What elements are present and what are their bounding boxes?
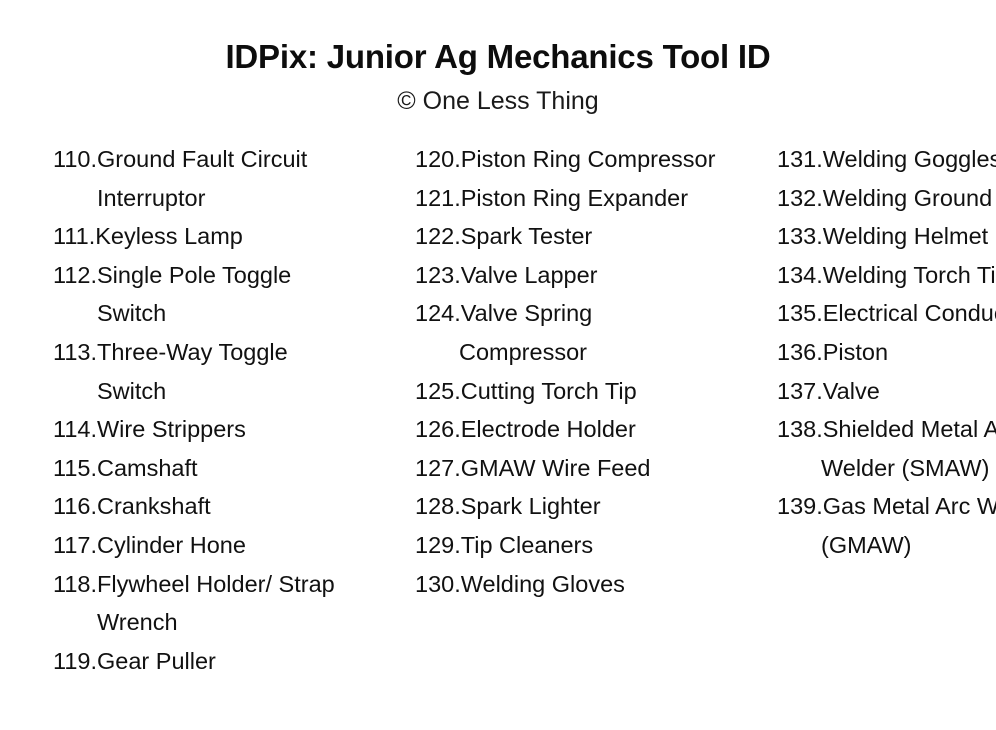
tool-list-column-3: 131.Welding Goggles132.Welding Ground Cl… [723,140,996,565]
tool-item-label: Welding Gloves [460,570,625,597]
page-title: IDPix: Junior Ag Mechanics Tool ID [225,38,771,75]
tool-item-number: 132. [777,184,823,211]
tool-item-label: Cutting Torch Tip [460,377,637,404]
tool-item-number: 126. [415,416,461,443]
tool-item-number: 124. [415,300,461,327]
tool-item-label: Camshaft [97,454,198,481]
tool-item-label: Gear Puller [97,647,216,674]
tool-item-label: Ground Fault Circuit Interruptor [97,146,308,211]
tool-item-number: 134. [777,261,823,288]
tool-item-label: Spark Tester [460,223,593,250]
tool-item-number: 113. [53,338,97,365]
tool-item-label: Valve Lapper [460,261,598,288]
tool-item-number: 122. [415,223,461,250]
tool-item-label: Welding Ground Clamp [822,184,996,211]
tool-item-number: 116. [53,493,97,520]
tool-list-item: 124.Valve Spring Compressor [415,294,723,371]
tool-list-item: 129.Tip Cleaners [415,526,723,565]
tool-item-label: Electrode Holder [460,416,636,443]
tool-list-item: 133.Welding Helmet [777,217,996,256]
tool-item-number: 110. [53,146,97,172]
tool-item-number: 130. [415,570,461,597]
tool-list-item: 117.Cylinder Hone [53,526,361,565]
tool-list-column-2: 120.Piston Ring Compressor 121.Piston Rin… [361,140,723,603]
tool-item-label: GMAW Wire Feed [460,454,651,481]
tool-list-item: 116.Crankshaft [53,487,361,526]
tool-item-label: Electrical Conductor [822,300,996,327]
tool-item-number: 135. [777,300,823,327]
tool-list-columns: 110.Ground Fault Circuit Interruptor 111.… [0,140,996,680]
tool-list-item: 126.Electrode Holder [415,410,723,449]
tool-list-item: 122.Spark Tester [415,217,723,256]
tool-item-number: 128. [415,493,461,520]
tool-list-item: 113.Three-Way Toggle Switch [53,333,361,410]
tool-item-number: 137. [777,377,823,404]
tool-item-label: Tip Cleaners [460,531,594,558]
tool-item-label: Wire Strippers [97,416,246,443]
tool-item-label: Welding Torch Tip [822,261,996,288]
tool-list-item: 130.Welding Gloves [415,565,723,604]
tool-item-number: 127. [415,454,461,481]
tool-list-item: 114.Wire Strippers [53,410,361,449]
tool-item-number: 136. [777,338,823,365]
tool-list-item: 118.Flywheel Holder/ Strap Wrench [53,565,361,642]
tool-id-worksheet: IDPix: Junior Ag Mechanics Tool ID © One… [0,0,996,730]
tool-item-number: 111. [53,223,96,250]
tool-list-item: 125.Cutting Torch Tip [415,372,723,411]
tool-list-item: 132.Welding Ground Clamp [777,179,996,218]
tool-item-number: 123. [415,261,461,288]
document-header: IDPix: Junior Ag Mechanics Tool ID © One… [0,0,996,116]
tool-list-item: 121.Piston Ring Expander [415,179,723,218]
tool-list-item: 110.Ground Fault Circuit Interruptor [53,140,361,217]
tool-list-item: 120.Piston Ring Compressor [415,140,723,179]
tool-item-label: Crankshaft [97,493,211,520]
tool-item-label: Cylinder Hone [97,531,246,558]
tool-item-label: Spark Lighter [460,493,601,520]
tool-item-number: 133. [777,223,823,250]
tool-item-number: 112. [53,261,97,288]
tool-list-item: 128.Spark Lighter [415,487,723,526]
tool-list-item: 135.Electrical Conductor [777,294,996,333]
tool-item-label: Valve Spring Compressor [459,300,593,365]
tool-item-number: 139. [777,493,823,520]
page-subtitle-copyright: © One Less Thing [397,86,599,115]
tool-list-item: 112.Single Pole Toggle Switch [53,256,361,333]
tool-item-label: Single Pole Toggle Switch [97,261,292,327]
tool-list-item: 123.Valve Lapper [415,256,723,295]
tool-item-number: 117. [53,531,97,558]
tool-item-label: Gas Metal Arc Welder (GMAW) [821,493,996,558]
tool-item-number: 131. [777,146,823,172]
tool-item-number: 119. [53,647,97,674]
tool-item-label: Keyless Lamp [95,223,243,250]
tool-item-label: Piston [822,338,889,365]
tool-item-number: 118. [53,570,97,597]
tool-item-number: 121. [415,184,461,211]
tool-item-label: Piston Ring Compressor [460,146,716,172]
tool-list-item: 115.Camshaft [53,449,361,488]
tool-list-item: 119.Gear Puller [53,642,361,681]
tool-item-number: 129. [415,531,461,558]
tool-list-item: 136.Piston [777,333,996,372]
tool-item-number: 114. [53,416,97,443]
tool-item-label: Three-Way Toggle Switch [97,338,288,404]
tool-item-label: Welding Helmet [822,223,989,250]
tool-item-label: Valve [822,377,880,404]
tool-item-number: 120. [415,146,461,172]
tool-item-number: 125. [415,377,461,404]
tool-list-item: 137.Valve [777,372,996,411]
tool-list-item: 138.Shielded Metal Arc Welder (SMAW) [777,410,996,487]
tool-item-label: Piston Ring Expander [460,184,689,211]
tool-list-item: 127.GMAW Wire Feed [415,449,723,488]
tool-item-label: Welding Goggles [822,146,996,172]
tool-item-number: 138. [777,416,823,443]
tool-list-item: 111.Keyless Lamp [53,217,361,256]
tool-item-label: Shielded Metal Arc Welder (SMAW) [821,416,996,481]
tool-item-label: Flywheel Holder/ Strap Wrench [97,570,335,636]
tool-list-column-1: 110.Ground Fault Circuit Interruptor 111.… [0,140,361,680]
tool-list-item: 131.Welding Goggles [777,140,996,179]
tool-item-number: 115. [53,454,97,481]
tool-list-item: 139.Gas Metal Arc Welder (GMAW) [777,487,996,564]
tool-list-item: 134.Welding Torch Tip [777,256,996,295]
